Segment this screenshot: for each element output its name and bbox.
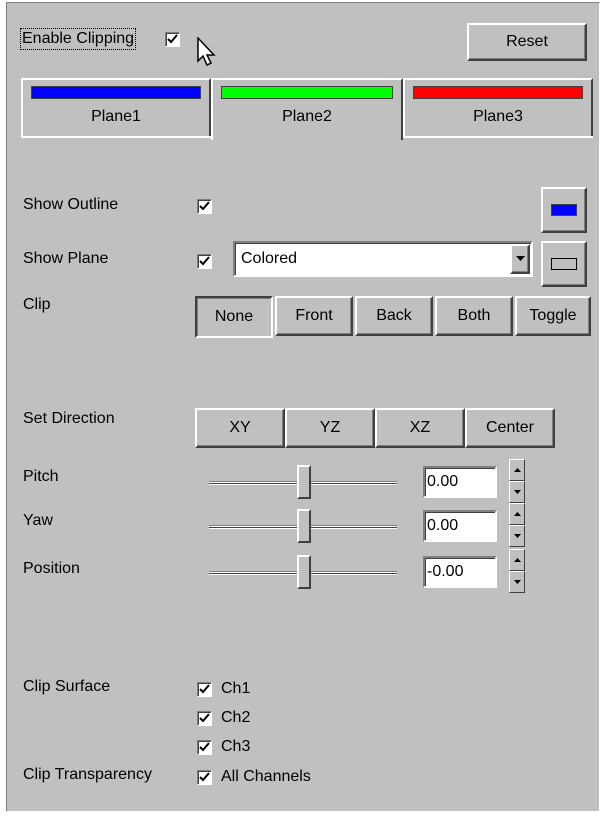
plane-mode-dropdown-button[interactable] bbox=[510, 244, 530, 274]
ch3-checkbox[interactable] bbox=[197, 740, 212, 755]
yaw-value: 0.00 bbox=[427, 517, 459, 534]
clipping-panel: Enable Clipping Reset Plane1 Plane2 Plan… bbox=[6, 2, 600, 812]
all-channels-label[interactable]: All Channels bbox=[221, 767, 311, 787]
show-plane-label: Show Plane bbox=[23, 250, 109, 267]
ch2-checkbox[interactable] bbox=[197, 711, 212, 726]
plane-color-swatch bbox=[551, 258, 577, 270]
reset-button[interactable]: Reset bbox=[467, 23, 587, 61]
check-icon bbox=[167, 34, 178, 44]
arrow-down-icon bbox=[513, 580, 521, 584]
yaw-spin-down[interactable] bbox=[509, 525, 525, 547]
pitch-label: Pitch bbox=[23, 468, 59, 485]
plane2-color-bar bbox=[221, 86, 393, 99]
check-icon bbox=[199, 772, 210, 782]
outline-color-button[interactable] bbox=[541, 187, 587, 233]
position-spinner[interactable] bbox=[509, 549, 525, 593]
ch1-checkbox[interactable] bbox=[197, 682, 212, 697]
position-label: Position bbox=[23, 560, 80, 577]
clip-transparency-label: Clip Transparency bbox=[23, 766, 152, 783]
plane-mode-value: Colored bbox=[241, 250, 298, 267]
clip-surface-label: Clip Surface bbox=[23, 678, 111, 695]
plane1-color-bar bbox=[31, 86, 201, 99]
chevron-down-icon bbox=[515, 256, 525, 261]
pitch-spinner[interactable] bbox=[509, 459, 525, 503]
arrow-up-icon bbox=[513, 512, 521, 516]
check-icon bbox=[199, 684, 210, 694]
plane-color-button[interactable] bbox=[541, 241, 587, 287]
enable-clipping-checkbox[interactable] bbox=[165, 32, 180, 47]
clip-back-button[interactable]: Back bbox=[355, 296, 433, 336]
clip-both-button[interactable]: Both bbox=[435, 296, 513, 336]
direction-xy-button[interactable]: XY bbox=[195, 408, 285, 448]
position-value-field[interactable]: -0.00 bbox=[423, 556, 497, 588]
all-channels-checkbox[interactable] bbox=[197, 770, 212, 785]
check-icon bbox=[199, 713, 210, 723]
yaw-spin-up[interactable] bbox=[509, 503, 525, 525]
tab-plane3-label: Plane3 bbox=[473, 108, 523, 125]
position-slider-thumb[interactable] bbox=[297, 555, 311, 589]
arrow-up-icon bbox=[513, 468, 521, 472]
arrow-up-icon bbox=[513, 558, 521, 562]
plane3-color-bar bbox=[413, 86, 583, 99]
check-icon bbox=[199, 256, 210, 266]
clip-none-button[interactable]: None bbox=[195, 296, 273, 338]
yaw-value-field[interactable]: 0.00 bbox=[423, 510, 497, 542]
pitch-spin-up[interactable] bbox=[509, 459, 525, 481]
position-spin-down[interactable] bbox=[509, 571, 525, 593]
clip-toggle-button[interactable]: Toggle bbox=[515, 296, 591, 336]
pitch-spin-down[interactable] bbox=[509, 481, 525, 503]
outline-color-swatch bbox=[551, 204, 577, 216]
clip-label: Clip bbox=[23, 296, 51, 313]
pitch-value: 0.00 bbox=[427, 473, 459, 490]
arrow-down-icon bbox=[513, 534, 521, 538]
direction-xz-button[interactable]: XZ bbox=[375, 408, 465, 448]
tab-plane1[interactable]: Plane1 bbox=[21, 78, 211, 136]
pitch-value-field[interactable]: 0.00 bbox=[423, 466, 497, 498]
tab-plane2[interactable]: Plane2 bbox=[211, 78, 403, 140]
tab-plane3[interactable]: Plane3 bbox=[403, 78, 593, 136]
yaw-label: Yaw bbox=[23, 512, 53, 529]
clip-front-button[interactable]: Front bbox=[275, 296, 353, 336]
yaw-spinner[interactable] bbox=[509, 503, 525, 547]
position-value: -0.00 bbox=[427, 563, 464, 580]
yaw-slider-thumb[interactable] bbox=[297, 509, 311, 543]
ch2-label[interactable]: Ch2 bbox=[221, 708, 250, 728]
ch1-label[interactable]: Ch1 bbox=[221, 679, 250, 699]
direction-yz-button[interactable]: YZ bbox=[285, 408, 375, 448]
ch3-label[interactable]: Ch3 bbox=[221, 737, 250, 757]
mouse-cursor-icon bbox=[197, 37, 216, 67]
enable-clipping-label[interactable]: Enable Clipping bbox=[19, 28, 137, 50]
check-icon bbox=[199, 201, 210, 211]
direction-center-button[interactable]: Center bbox=[465, 408, 555, 448]
plane-mode-select[interactable]: Colored bbox=[233, 241, 533, 277]
arrow-down-icon bbox=[513, 490, 521, 494]
set-direction-label: Set Direction bbox=[23, 410, 115, 427]
tab-plane2-label: Plane2 bbox=[282, 108, 332, 125]
position-spin-up[interactable] bbox=[509, 549, 525, 571]
check-icon bbox=[199, 742, 210, 752]
show-outline-checkbox[interactable] bbox=[197, 199, 212, 214]
pitch-slider-thumb[interactable] bbox=[297, 465, 311, 499]
show-plane-checkbox[interactable] bbox=[197, 254, 212, 269]
tab-plane1-label: Plane1 bbox=[91, 108, 141, 125]
show-outline-label: Show Outline bbox=[23, 196, 119, 213]
